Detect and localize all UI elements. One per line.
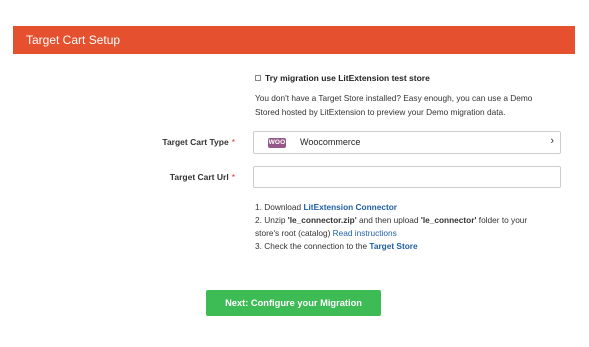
test-store-hint-line2: Stored hosted by LitExtension to preview… — [255, 107, 506, 117]
cart-type-label: Target Cart Type * — [7, 137, 235, 147]
step-3-text: 3. Check the connection to the — [255, 241, 370, 251]
test-store-option[interactable]: Try migration use LitExtension test stor… — [255, 73, 430, 83]
target-store-link[interactable]: Target Store — [369, 241, 417, 251]
zip-filename: 'le_connector.zip' — [287, 215, 357, 225]
step-2-middle-text: and then upload — [356, 215, 421, 225]
step-2: 2. Unzip 'le_connector.zip' and then upl… — [255, 214, 565, 227]
cart-type-selected-value: Woocommerce — [300, 137, 361, 147]
step-2-text: 2. Unzip — [255, 215, 288, 225]
test-store-hint: You don't have a Target Store installed?… — [255, 91, 565, 119]
cart-type-label-text: Target Cart Type — [162, 137, 229, 147]
woocommerce-logo-icon: WOO — [268, 138, 286, 148]
connector-instructions: 1. Download LitExtension Connector 2. Un… — [255, 201, 565, 253]
read-instructions-link[interactable]: Read instructions — [333, 228, 397, 238]
section-header: Target Cart Setup — [13, 26, 575, 54]
next-configure-migration-button[interactable]: Next: Configure your Migration — [206, 290, 381, 316]
required-asterisk: * — [231, 172, 235, 182]
cart-type-select[interactable]: WOO Woocommerce › — [253, 131, 561, 154]
chevron-right-icon: › — [550, 135, 554, 147]
step-2-line2-text: store's root (catalog) — [255, 228, 333, 238]
test-store-checkbox[interactable] — [255, 75, 261, 81]
step-1-text: 1. Download — [255, 202, 304, 212]
target-cart-setup-page: Target Cart Setup Try migration use LitE… — [0, 0, 589, 347]
connector-download-link[interactable]: LitExtension Connector — [303, 202, 397, 212]
test-store-hint-line1: You don't have a Target Store installed?… — [255, 93, 533, 103]
step-2-suffix-text: folder to your — [476, 215, 528, 225]
test-store-checkbox-label[interactable]: Try migration use LitExtension test stor… — [265, 73, 430, 83]
step-1: 1. Download LitExtension Connector — [255, 201, 565, 214]
cart-url-input[interactable] — [253, 166, 561, 188]
section-title: Target Cart Setup — [26, 33, 121, 47]
cart-url-label-text: Target Cart Url — [169, 172, 229, 182]
folder-name: 'le_connector' — [420, 215, 477, 225]
cart-url-label: Target Cart Url * — [7, 172, 235, 182]
required-asterisk: * — [231, 137, 235, 147]
step-2-continued: store's root (catalog) Read instructions — [255, 227, 565, 240]
step-3: 3. Check the connection to the Target St… — [255, 240, 565, 253]
